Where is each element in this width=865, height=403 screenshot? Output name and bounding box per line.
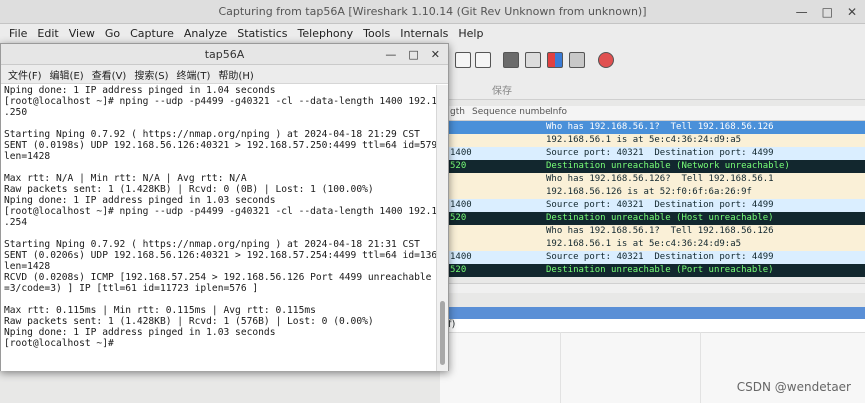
terminal-menubar: 文件(F) 编辑(E) 查看(V) 搜索(S) 终端(T) 帮助(H) bbox=[1, 65, 448, 84]
menu-internals[interactable]: Internals bbox=[395, 27, 453, 40]
terminal-line: Raw packets sent: 1 (1.428KB) | Rcvd: 0 … bbox=[4, 184, 374, 195]
terminal-menu-edit[interactable]: 编辑(E) bbox=[46, 67, 88, 82]
packet-info: Who has 192.168.56.1? Tell 192.168.56.12… bbox=[546, 226, 774, 236]
wireshark-titlebar: Capturing from tap56A [Wireshark 1.10.14… bbox=[0, 0, 865, 24]
packet-info: 192.168.56.1 is at 5e:c4:36:24:d9:a5 bbox=[546, 239, 742, 249]
menu-help[interactable]: Help bbox=[453, 27, 488, 40]
packet-info: 192.168.56.1 is at 5e:c4:36:24:d9:a5 bbox=[546, 135, 742, 145]
terminal-close-icon[interactable]: ✕ bbox=[431, 44, 440, 65]
packet-info: Who has 192.168.56.1? Tell 192.168.56.12… bbox=[546, 122, 774, 132]
packet-detail-row[interactable]: f) bbox=[440, 319, 865, 332]
packet-info: Who has 192.168.56.126? Tell 192.168.56.… bbox=[546, 174, 774, 184]
menu-view[interactable]: View bbox=[64, 27, 100, 40]
packet-detail-selected-row[interactable] bbox=[440, 307, 865, 319]
pane-divider bbox=[700, 332, 701, 403]
terminal-line: [root@localhost ~]# bbox=[4, 338, 114, 349]
terminal-menu-help[interactable]: 帮助(H) bbox=[214, 67, 257, 82]
menu-capture[interactable]: Capture bbox=[125, 27, 179, 40]
terminal-output[interactable]: Nping done: 1 IP address pinged in 1.04 … bbox=[1, 85, 437, 371]
terminal-menu-file[interactable]: 文件(F) bbox=[4, 67, 46, 82]
packet-info: Destination unreachable (Port unreachabl… bbox=[546, 265, 774, 275]
terminal-line: Starting Nping 0.7.92 ( https://nmap.org… bbox=[4, 129, 420, 140]
capture-filter-icon[interactable] bbox=[525, 52, 541, 68]
terminal-minimize-icon[interactable]: — bbox=[385, 44, 396, 65]
terminal-menu-terminal[interactable]: 终端(T) bbox=[173, 67, 215, 82]
column-info[interactable]: Info bbox=[550, 107, 567, 117]
terminal-line: Starting Nping 0.7.92 ( https://nmap.org… bbox=[4, 239, 420, 250]
terminal-line: Nping done: 1 IP address pinged in 1.03 … bbox=[4, 195, 276, 206]
open-file-icon[interactable] bbox=[455, 52, 471, 68]
terminal-scrollbar[interactable] bbox=[436, 85, 448, 371]
terminal-menu-search[interactable]: 搜索(S) bbox=[130, 67, 172, 82]
packet-length: 1400 bbox=[450, 252, 472, 262]
menu-statistics[interactable]: Statistics bbox=[232, 27, 292, 40]
packet-length: 520 bbox=[450, 213, 467, 223]
menu-analyze[interactable]: Analyze bbox=[179, 27, 232, 40]
terminal-line: SENT (0.0206s) UDP 192.168.56.126:40321 … bbox=[4, 250, 437, 261]
pane-divider bbox=[560, 332, 561, 403]
terminal-line: Nping done: 1 IP address pinged in 1.03 … bbox=[4, 327, 276, 338]
terminal-line: Max rtt: N/A | Min rtt: N/A | Avg rtt: N… bbox=[4, 173, 247, 184]
menu-tools[interactable]: Tools bbox=[358, 27, 395, 40]
terminal-line: =3/code=3) ] IP [ttl=61 id=11723 iplen=5… bbox=[4, 283, 259, 294]
wireshark-title: Capturing from tap56A [Wireshark 1.10.14… bbox=[218, 5, 647, 18]
packet-length: 1400 bbox=[450, 148, 472, 158]
terminal-menu-view[interactable]: 查看(V) bbox=[88, 67, 131, 82]
close-icon[interactable]: ✕ bbox=[847, 6, 857, 18]
packet-info: Source port: 40321 Destination port: 449… bbox=[546, 252, 774, 262]
menu-file[interactable]: File bbox=[4, 27, 32, 40]
packet-length: 520 bbox=[450, 161, 467, 171]
terminal-line: .254 bbox=[4, 217, 28, 228]
wireshark-menubar: File Edit View Go Capture Analyze Statis… bbox=[0, 24, 865, 42]
terminal-scrollbar-thumb[interactable] bbox=[440, 301, 445, 365]
maximize-icon[interactable]: □ bbox=[822, 6, 833, 18]
terminal-line: .250 bbox=[4, 107, 28, 118]
terminal-title: tap56A bbox=[204, 48, 245, 61]
menu-go[interactable]: Go bbox=[100, 27, 125, 40]
packet-list-scrollbar[interactable] bbox=[440, 283, 865, 293]
packet-detail-text: f) bbox=[448, 319, 456, 330]
coloring-rules-icon[interactable] bbox=[547, 52, 563, 68]
terminal-line: RCVD (0.0208s) ICMP [192.168.57.254 > 19… bbox=[4, 272, 437, 283]
preferences-icon[interactable] bbox=[569, 52, 585, 68]
menu-edit[interactable]: Edit bbox=[32, 27, 63, 40]
packet-length: 520 bbox=[450, 265, 467, 275]
terminal-line: Max rtt: 0.115ms | Min rtt: 0.115ms | Av… bbox=[4, 305, 316, 316]
watermark: CSDN @wendetaer bbox=[736, 380, 851, 394]
terminal-line: [root@localhost ~]# nping --udp -p4499 -… bbox=[4, 96, 437, 107]
capture-options-icon[interactable] bbox=[503, 52, 519, 68]
minimize-icon[interactable]: — bbox=[796, 6, 808, 18]
packet-info: Destination unreachable (Network unreach… bbox=[546, 161, 790, 171]
packet-info: Source port: 40321 Destination port: 449… bbox=[546, 200, 774, 210]
terminal-line: Raw packets sent: 1 (1.428KB) | Rcvd: 1 … bbox=[4, 316, 374, 327]
help-icon[interactable] bbox=[598, 52, 614, 68]
column-length[interactable]: gth bbox=[450, 107, 465, 117]
packet-info: 192.168.56.126 is at 52:f0:6f:6a:26:9f bbox=[546, 187, 752, 197]
packet-length: 1400 bbox=[450, 200, 472, 210]
terminal-line: SENT (0.0198s) UDP 192.168.56.126:40321 … bbox=[4, 140, 437, 151]
column-sequence[interactable]: Sequence numbe bbox=[472, 107, 551, 117]
packet-info: Destination unreachable (Host unreachabl… bbox=[546, 213, 774, 223]
packet-info: Source port: 40321 Destination port: 449… bbox=[546, 148, 774, 158]
terminal-line: Nping done: 1 IP address pinged in 1.04 … bbox=[4, 85, 276, 96]
terminal-window: tap56A — □ ✕ 文件(F) 编辑(E) 查看(V) 搜索(S) 终端(… bbox=[0, 43, 449, 371]
terminal-line: len=1428 bbox=[4, 151, 51, 162]
terminal-line: len=1428 bbox=[4, 261, 51, 272]
terminal-titlebar: tap56A — □ ✕ bbox=[1, 44, 448, 65]
terminal-line: [root@localhost ~]# nping --udp -p4499 -… bbox=[4, 206, 437, 217]
menu-telephony[interactable]: Telephony bbox=[293, 27, 359, 40]
capture-file-icon[interactable] bbox=[475, 52, 491, 68]
save-label: 保存 bbox=[492, 86, 512, 97]
terminal-maximize-icon[interactable]: □ bbox=[408, 44, 418, 65]
